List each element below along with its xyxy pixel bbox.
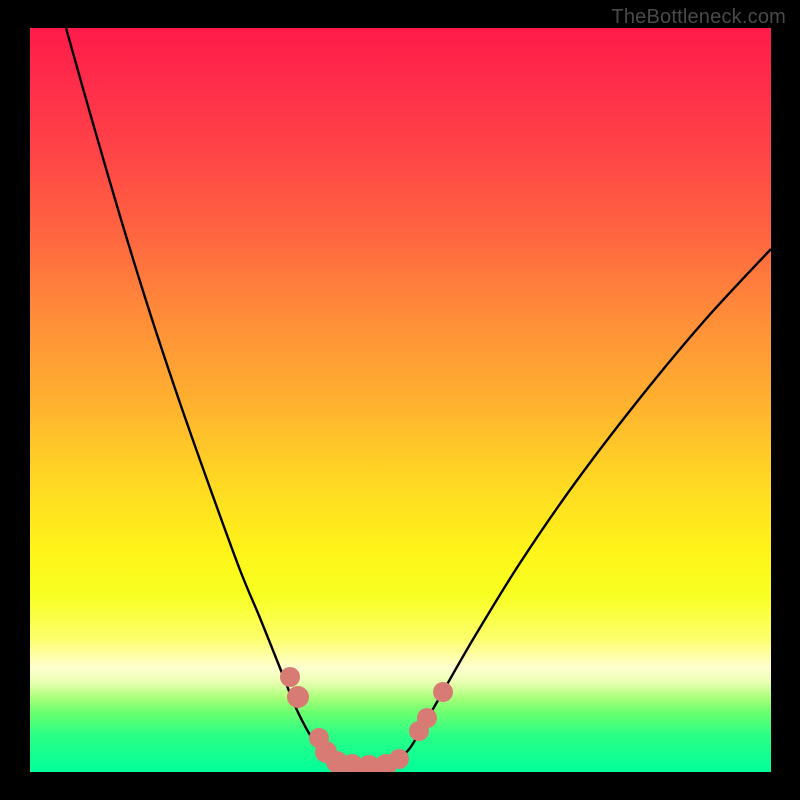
bead-icon	[433, 682, 453, 702]
bead-icon	[280, 667, 300, 687]
plot-area	[30, 28, 771, 772]
frame: TheBottleneck.com	[0, 0, 800, 800]
bead-cluster	[280, 667, 453, 772]
watermark-text: TheBottleneck.com	[611, 6, 786, 29]
bead-icon	[389, 749, 409, 769]
curve-left-branch	[66, 28, 330, 761]
bead-icon	[417, 708, 437, 728]
bead-icon	[287, 686, 309, 708]
curve-layer	[30, 28, 771, 772]
curve-right-branch	[396, 249, 771, 762]
